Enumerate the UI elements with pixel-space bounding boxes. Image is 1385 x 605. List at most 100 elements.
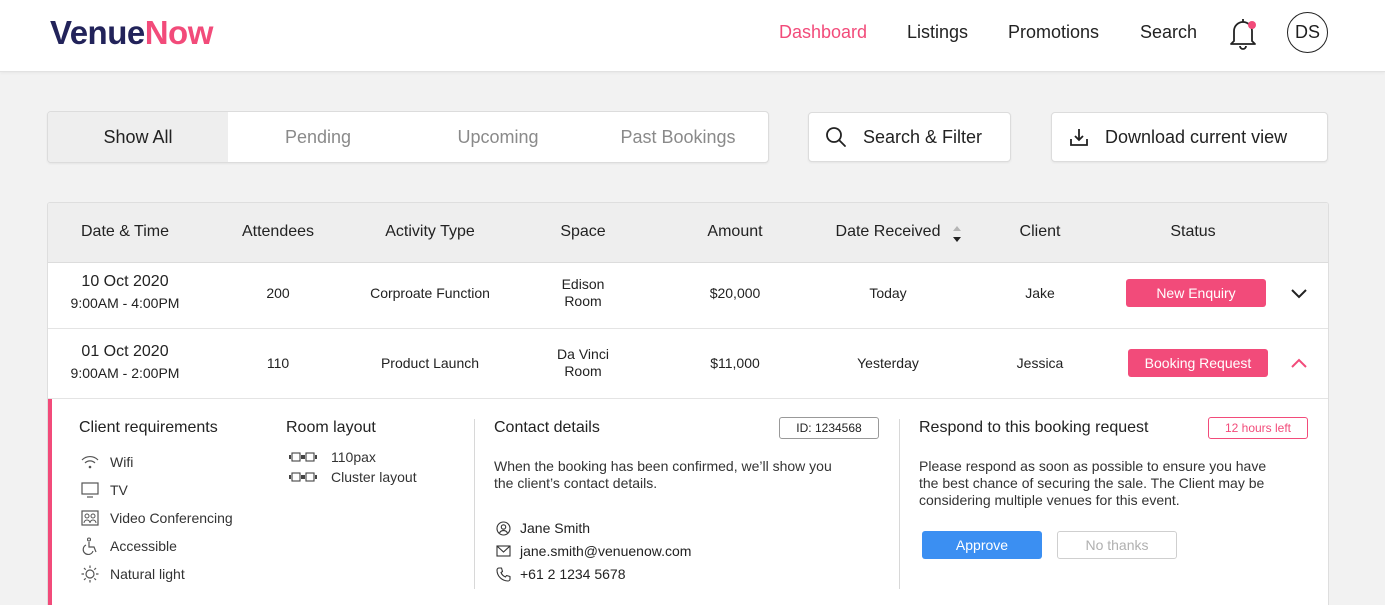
layout-capacity-label: 110pax xyxy=(331,449,376,465)
requirement-accessible: Accessible xyxy=(80,537,177,555)
chevron-up-icon[interactable] xyxy=(1289,353,1309,373)
header-date-received[interactable]: Date Received xyxy=(836,223,941,241)
table-row[interactable]: 10 Oct 2020 9:00AM - 4:00PM 200 Corproat… xyxy=(48,263,1328,329)
no-thanks-button[interactable]: No thanks xyxy=(1057,531,1177,559)
row-time: 9:00AM - 2:00PM xyxy=(70,365,180,381)
row-activity: Corproate Function xyxy=(370,285,490,301)
header-attendees[interactable]: Attendees xyxy=(242,223,314,241)
panel-divider xyxy=(474,419,475,589)
video-conferencing-icon xyxy=(80,509,100,527)
client-requirements-title: Client requirements xyxy=(79,419,218,436)
respond-title: Respond to this booking request xyxy=(919,419,1149,436)
row-client: Jake xyxy=(1025,285,1055,301)
search-filter-label: Search & Filter xyxy=(863,126,983,147)
header-space[interactable]: Space xyxy=(560,223,605,241)
mail-icon xyxy=(496,545,512,557)
row-date: 01 Oct 2020 xyxy=(81,343,169,360)
requirement-label: Video Conferencing xyxy=(110,510,233,526)
requirement-label: Accessible xyxy=(110,538,177,554)
row-space-line1: Edison xyxy=(561,276,605,292)
tab-past-bookings[interactable]: Past Bookings xyxy=(588,112,768,162)
cluster-layout-icon xyxy=(289,452,317,462)
contact-phone[interactable]: +61 2 1234 5678 xyxy=(520,566,626,582)
status-badge: New Enquiry xyxy=(1126,279,1266,307)
search-icon xyxy=(826,127,846,147)
row-space-line1: Da Vinci xyxy=(557,346,609,362)
layout-capacity: 110pax xyxy=(288,449,376,465)
nav-promotions[interactable]: Promotions xyxy=(1008,22,1099,43)
contact-note-line: When the booking has been confirmed, we’… xyxy=(494,458,832,474)
contact-note-line: the client’s contact details. xyxy=(494,475,658,491)
header-status[interactable]: Status xyxy=(1170,223,1215,241)
wifi-icon xyxy=(80,453,100,471)
phone-icon xyxy=(496,566,512,582)
header-activity-type[interactable]: Activity Type xyxy=(385,223,475,241)
respond-note-line: Please respond as soon as possible to en… xyxy=(919,458,1267,474)
row-space-line2: Room xyxy=(564,363,602,379)
requirement-label: Natural light xyxy=(110,566,185,582)
approve-button[interactable]: Approve xyxy=(922,531,1042,559)
nav-dashboard[interactable]: Dashboard xyxy=(779,22,867,43)
layout-type-label: Cluster layout xyxy=(331,469,417,485)
top-header: VenueNow Dashboard Listings Promotions S… xyxy=(0,0,1385,72)
search-filter-button[interactable]: Search & Filter xyxy=(808,112,1011,162)
row-amount: $20,000 xyxy=(709,285,761,301)
booking-filter-tabs: Show All Pending Upcoming Past Bookings xyxy=(47,111,769,163)
tab-show-all[interactable]: Show All xyxy=(48,112,228,162)
panel-divider xyxy=(899,419,900,589)
contact-name-row: Jane Smith xyxy=(496,520,590,536)
status-badge: Booking Request xyxy=(1128,349,1268,377)
header-client[interactable]: Client xyxy=(1020,223,1061,241)
requirement-natural-light: Natural light xyxy=(80,565,185,583)
contact-email-row: jane.smith@venuenow.com xyxy=(496,543,691,559)
row-space-line2: Room xyxy=(564,293,602,309)
respond-note-line: the best chance of securing the sale. Th… xyxy=(919,475,1265,491)
row-date: 10 Oct 2020 xyxy=(81,273,169,290)
requirement-wifi: Wifi xyxy=(80,453,133,471)
tab-pending[interactable]: Pending xyxy=(228,112,408,162)
row-date-received: Yesterday xyxy=(857,355,919,371)
bell-icon[interactable] xyxy=(1228,16,1258,50)
row-time: 9:00AM - 4:00PM xyxy=(70,295,180,311)
header-amount[interactable]: Amount xyxy=(707,223,762,241)
table-header: Date & Time Attendees Activity Type Spac… xyxy=(48,203,1328,263)
row-client: Jessica xyxy=(1016,355,1064,371)
layout-type: Cluster layout xyxy=(288,469,417,485)
requirement-label: TV xyxy=(110,482,128,498)
time-left-badge: 12 hours left xyxy=(1208,417,1308,439)
nav-listings[interactable]: Listings xyxy=(907,22,968,43)
tab-upcoming[interactable]: Upcoming xyxy=(408,112,588,162)
contact-phone-row: +61 2 1234 5678 xyxy=(496,566,626,582)
respond-note-line: considering multiple venues for this eve… xyxy=(919,492,1180,508)
row-attendees: 110 xyxy=(266,355,290,371)
table-row-expanded[interactable]: 01 Oct 2020 9:00AM - 2:00PM 110 Product … xyxy=(48,329,1328,399)
row-amount: $11,000 xyxy=(710,355,760,371)
booking-details-panel: Client requirements Wifi TV Video Confer… xyxy=(48,399,1328,605)
nav-search[interactable]: Search xyxy=(1140,22,1197,43)
requirement-label: Wifi xyxy=(110,454,134,470)
sun-icon xyxy=(80,565,100,583)
respond-note: Please respond as soon as possible to en… xyxy=(919,458,1266,509)
cluster-layout-icon xyxy=(289,472,317,482)
contact-note: When the booking has been confirmed, we’… xyxy=(494,458,832,492)
sort-icon[interactable] xyxy=(952,225,962,243)
contact-details-title: Contact details xyxy=(494,419,600,436)
venuenow-logo[interactable]: VenueNow xyxy=(50,14,213,52)
logo-part-now: Now xyxy=(144,14,214,51)
booking-id-badge: ID: 1234568 xyxy=(779,417,879,439)
requirement-video-conferencing: Video Conferencing xyxy=(80,509,233,527)
wheelchair-icon xyxy=(80,537,100,555)
header-date-time[interactable]: Date & Time xyxy=(81,223,169,241)
download-view-button[interactable]: Download current view xyxy=(1051,112,1328,162)
contact-name: Jane Smith xyxy=(520,520,591,536)
row-date-received: Today xyxy=(869,285,907,301)
download-icon xyxy=(1070,129,1088,146)
user-avatar[interactable]: DS xyxy=(1287,12,1328,53)
tv-icon xyxy=(80,481,100,499)
contact-email[interactable]: jane.smith@venuenow.com xyxy=(520,543,691,559)
room-layout-title: Room layout xyxy=(286,419,376,436)
bookings-table: Date & Time Attendees Activity Type Spac… xyxy=(47,202,1329,605)
row-attendees: 200 xyxy=(266,285,290,301)
chevron-down-icon[interactable] xyxy=(1289,283,1309,303)
download-view-label: Download current view xyxy=(1105,126,1288,147)
